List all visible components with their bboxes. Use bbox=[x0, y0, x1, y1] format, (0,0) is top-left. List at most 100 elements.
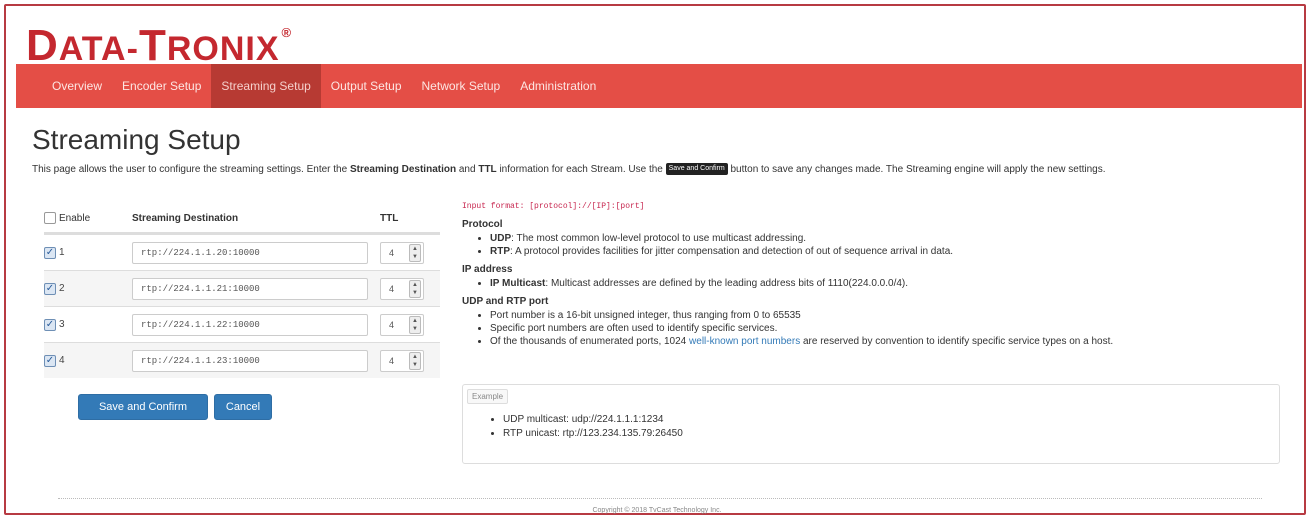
ip-multicast-item: IP Multicast: Multicast addresses are de… bbox=[490, 277, 1302, 290]
protocol-rtp-item: RTP: A protocol provides facilities for … bbox=[490, 245, 1302, 258]
stream-table: Enable Streaming Destination TTL ✓ 1 4 ▲… bbox=[44, 204, 440, 378]
nav-overview[interactable]: Overview bbox=[42, 64, 112, 108]
destination-input[interactable] bbox=[132, 349, 368, 372]
stream-enable-cell: ✓ 3 bbox=[44, 318, 132, 331]
ttl-value: 4 bbox=[389, 355, 395, 366]
well-known-ports-link[interactable]: well-known port numbers bbox=[689, 336, 800, 347]
table-header: Enable Streaming Destination TTL bbox=[44, 204, 440, 234]
spin-up-icon[interactable]: ▲ bbox=[410, 317, 420, 325]
logo-text-ronix: RONIX bbox=[166, 30, 280, 68]
table-row: ✓ 2 4 ▲▼ bbox=[44, 270, 440, 306]
ttl-value: 4 bbox=[389, 283, 395, 294]
ttl-cell: 4 ▲ ▼ bbox=[380, 277, 436, 300]
intro-text-1: This page allows the user to configure t… bbox=[32, 164, 350, 175]
stream-number: 4 bbox=[59, 355, 65, 366]
ip-multicast-term: IP Multicast bbox=[490, 278, 546, 289]
header-enable: Enable bbox=[44, 212, 132, 224]
stream-enable-checkbox[interactable]: ✓ bbox=[44, 282, 56, 295]
nav-administration[interactable]: Administration bbox=[510, 64, 606, 108]
form-actions: Save and Confirm Cancel bbox=[78, 394, 272, 420]
ip-address-heading: IP address bbox=[462, 264, 513, 275]
enable-all-checkbox[interactable] bbox=[44, 212, 56, 224]
cancel-button[interactable]: Cancel bbox=[214, 394, 272, 420]
stream-enable-checkbox[interactable]: ✓ bbox=[44, 354, 56, 367]
table-row: ✓ 1 4 ▲▼ bbox=[44, 234, 440, 270]
app-frame: DATA-TRONIX ® Overview Encoder Setup Stre… bbox=[4, 4, 1306, 515]
save-and-confirm-button[interactable]: Save and Confirm bbox=[78, 394, 208, 420]
port-list: Port number is a 16-bit unsigned integer… bbox=[462, 309, 1302, 348]
stream-number: 1 bbox=[59, 247, 65, 258]
nav-output-setup[interactable]: Output Setup bbox=[321, 64, 412, 108]
port-heading: UDP and RTP port bbox=[462, 296, 549, 307]
nav-streaming-setup[interactable]: Streaming Setup bbox=[211, 64, 321, 108]
port-wellknown-text-a: Of the thousands of enumerated ports, 10… bbox=[490, 336, 690, 347]
intro-bold-destination: Streaming Destination bbox=[349, 164, 457, 175]
example-list: UDP multicast: udp://224.1.1.1:1234 RTP … bbox=[491, 413, 683, 441]
port-wellknown-text-b: are reserved by convention to identify s… bbox=[800, 336, 1114, 347]
spin-up-icon[interactable]: ▲ bbox=[410, 353, 420, 361]
intro-text-2: and bbox=[456, 164, 479, 175]
ttl-stepper[interactable]: 4 ▲ ▼ bbox=[380, 241, 424, 264]
port-wellknown-item: Of the thousands of enumerated ports, 10… bbox=[490, 335, 1302, 348]
intro-text-3: information for each Stream. Use the bbox=[496, 164, 666, 175]
ttl-value: 4 bbox=[389, 247, 395, 258]
main-navbar: Overview Encoder Setup Streaming Setup O… bbox=[16, 64, 1302, 108]
ttl-stepper[interactable]: 4 ▲ ▼ bbox=[380, 277, 424, 300]
input-format-hint: Input format: [protocol]://[IP]:[port] bbox=[462, 202, 645, 211]
protocol-list: UDP: The most common low-level protocol … bbox=[462, 232, 1302, 258]
port-services-item: Specific port numbers are often used to … bbox=[490, 322, 1302, 335]
ttl-value: 4 bbox=[389, 319, 395, 330]
logo-letter-d: D bbox=[26, 21, 59, 70]
nav-encoder-setup[interactable]: Encoder Setup bbox=[112, 64, 211, 108]
table-row: ✓ 4 4 ▲▼ bbox=[44, 342, 440, 378]
spin-down-icon[interactable]: ▼ bbox=[410, 253, 420, 261]
spin-down-icon[interactable]: ▼ bbox=[410, 361, 420, 369]
nav-network-setup[interactable]: Network Setup bbox=[412, 64, 511, 108]
stream-enable-checkbox[interactable]: ✓ bbox=[44, 318, 56, 331]
stream-enable-cell: ✓ 1 bbox=[44, 246, 132, 259]
port-range-item: Port number is a 16-bit unsigned integer… bbox=[490, 309, 1302, 322]
table-row: ✓ 3 4 ▲▼ bbox=[44, 306, 440, 342]
destination-input[interactable] bbox=[132, 277, 368, 300]
destination-input[interactable] bbox=[132, 313, 368, 336]
header-ttl: TTL bbox=[380, 212, 399, 224]
ttl-stepper[interactable]: 4 ▲ ▼ bbox=[380, 313, 424, 336]
destination-input[interactable] bbox=[132, 241, 368, 264]
logo-text-ata: ATA- bbox=[58, 30, 139, 68]
ip-multicast-description: : Multicast addresses are defined by the… bbox=[545, 278, 909, 289]
udp-description: : The most common low-level protocol to … bbox=[511, 233, 807, 244]
protocol-heading: Protocol bbox=[462, 219, 503, 230]
help-panel: Input format: [protocol]://[IP]:[port] P… bbox=[462, 202, 1302, 352]
stream-enable-checkbox[interactable]: ✓ bbox=[44, 246, 56, 259]
header-destination: Streaming Destination bbox=[132, 212, 239, 224]
stream-enable-cell: ✓ 2 bbox=[44, 282, 132, 295]
spin-down-icon[interactable]: ▼ bbox=[410, 289, 420, 297]
rtp-description: : A protocol provides facilities for jit… bbox=[510, 246, 954, 257]
destination-cell bbox=[132, 241, 380, 264]
destination-cell bbox=[132, 277, 380, 300]
ttl-cell: 4 ▲ ▼ bbox=[380, 313, 436, 336]
logo-letter-t: T bbox=[138, 21, 167, 70]
rtp-term: RTP bbox=[490, 246, 510, 257]
spin-down-icon[interactable]: ▼ bbox=[410, 325, 420, 333]
udp-term: UDP bbox=[490, 233, 512, 244]
destination-cell bbox=[132, 313, 380, 336]
example-rtp-item: RTP unicast: rtp://123.234.135.79:26450 bbox=[503, 427, 683, 441]
ttl-spinner[interactable]: ▲ ▼ bbox=[409, 243, 421, 262]
example-label: Example bbox=[467, 389, 509, 404]
stream-enable-cell: ✓ 4 bbox=[44, 354, 132, 367]
copyright-text: Copyright © 2018 TvCast Technology Inc. bbox=[592, 507, 722, 514]
intro-text-4: button to save any changes made. The Str… bbox=[727, 164, 1106, 175]
ttl-spinner[interactable]: ▲ ▼ bbox=[409, 315, 421, 334]
destination-cell bbox=[132, 349, 380, 372]
intro-bold-ttl: TTL bbox=[478, 164, 497, 175]
spin-up-icon[interactable]: ▲ bbox=[410, 281, 420, 289]
ttl-cell: 4 ▲ ▼ bbox=[380, 241, 436, 264]
spin-up-icon[interactable]: ▲ bbox=[410, 245, 420, 253]
ttl-stepper[interactable]: 4 ▲ ▼ bbox=[380, 349, 424, 372]
stream-number: 2 bbox=[59, 283, 65, 294]
example-panel: Example UDP multicast: udp://224.1.1.1:1… bbox=[462, 384, 1280, 464]
ttl-spinner[interactable]: ▲ ▼ bbox=[409, 279, 421, 298]
intro-save-key-label: Save and Confirm bbox=[665, 163, 728, 176]
ttl-spinner[interactable]: ▲ ▼ bbox=[409, 351, 421, 370]
